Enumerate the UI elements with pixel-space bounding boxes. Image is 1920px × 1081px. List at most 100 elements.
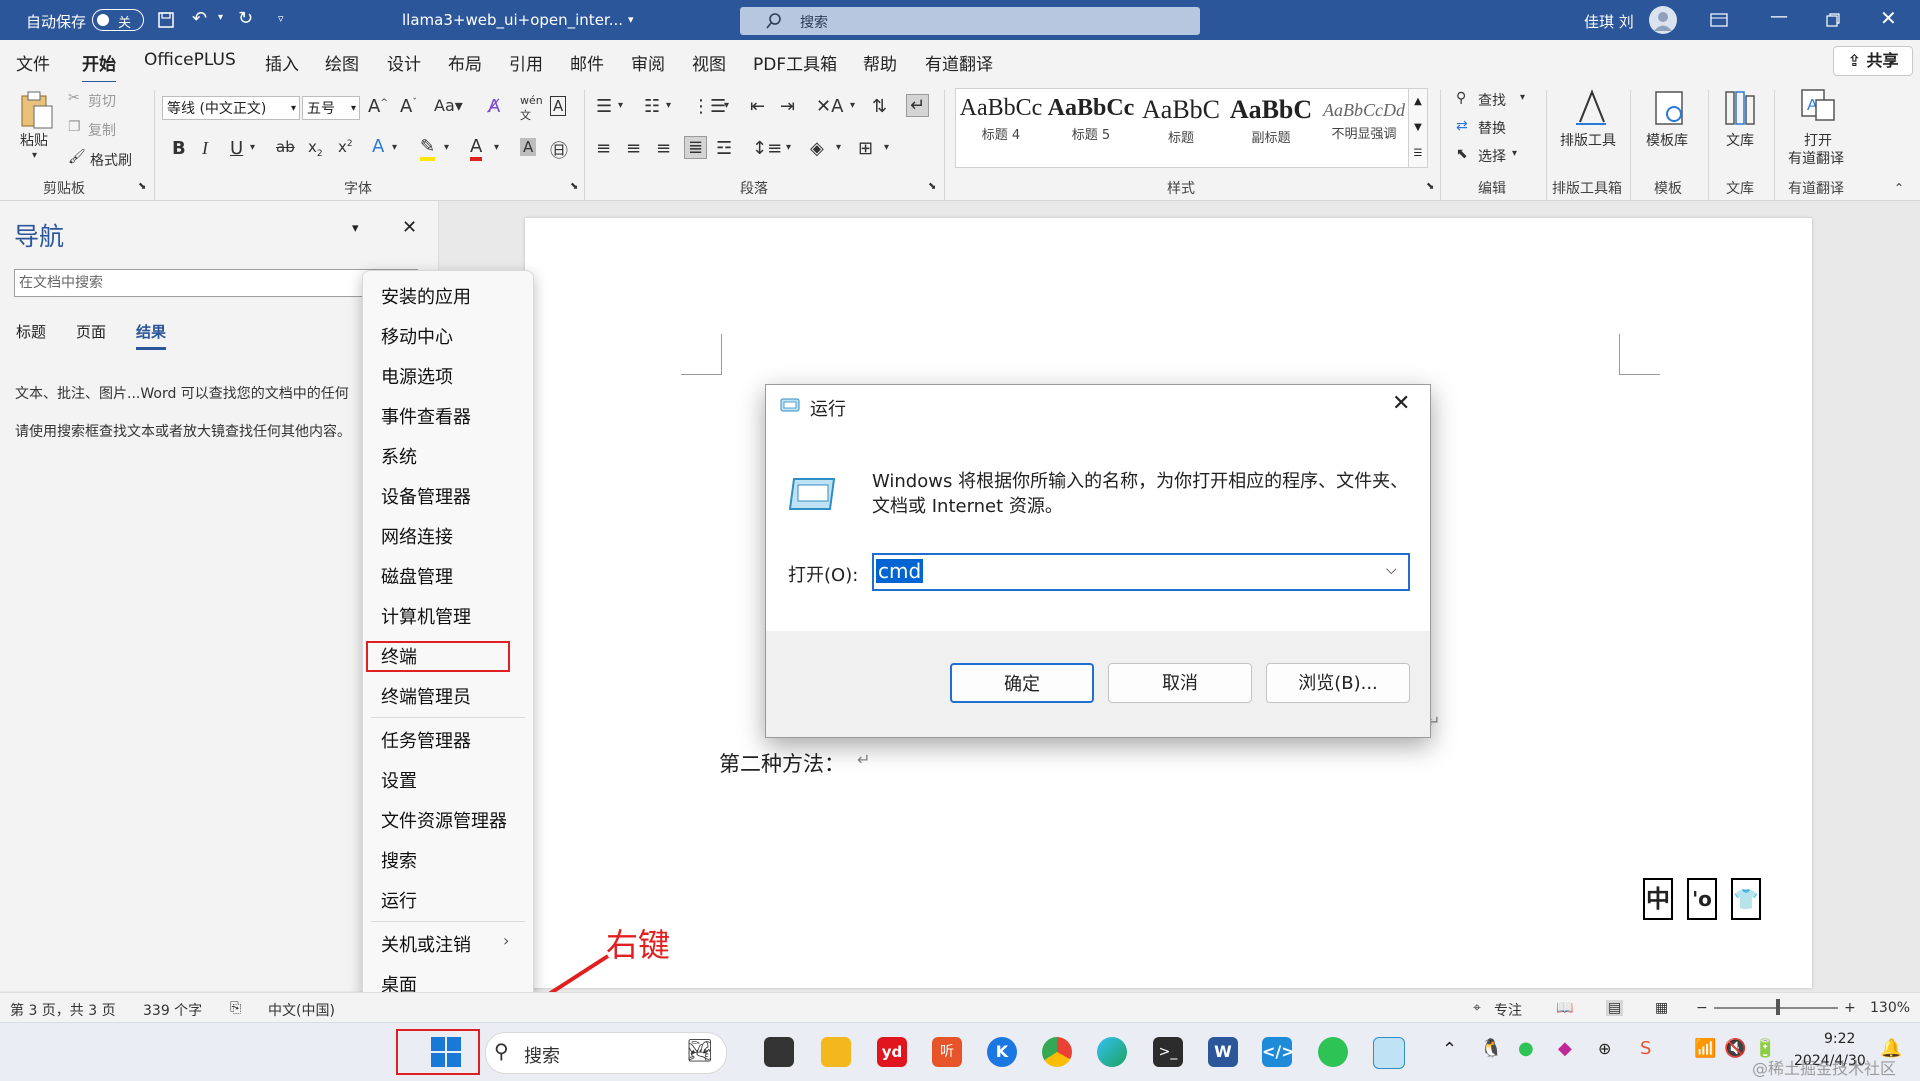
browse-button[interactable]: 浏览(B)... (1266, 663, 1410, 703)
ok-button[interactable]: 确定 (950, 663, 1094, 703)
word-icon[interactable]: W (1208, 1037, 1238, 1067)
chinese-layout-dropdown-icon[interactable]: ▾ (850, 100, 855, 111)
menu-item-terminal[interactable]: 终端 (381, 643, 417, 669)
line-spacing-dropdown-icon[interactable]: ▾ (786, 142, 791, 153)
zoom-level[interactable]: 130% (1870, 1000, 1910, 1016)
multilevel-list-icon[interactable]: ⋮☰ (692, 96, 726, 117)
template-library-icon[interactable] (1650, 88, 1690, 128)
change-case-icon[interactable]: Aa▾ (434, 96, 463, 115)
youdao-dict-icon[interactable]: yd (877, 1037, 907, 1067)
select-icon[interactable]: ⬉ (1456, 146, 1468, 162)
close-icon[interactable]: ✕ (1880, 6, 1897, 30)
menu-item-file-explorer[interactable]: 文件资源管理器 (381, 807, 507, 833)
zoom-in-icon[interactable]: + (1844, 1000, 1856, 1016)
character-shading-icon[interactable]: A (520, 138, 537, 156)
read-mode-icon[interactable]: 📖 (1556, 1000, 1573, 1016)
document-title[interactable]: llama3+web_ui+open_inter... (402, 11, 623, 29)
wechat-icon[interactable] (1318, 1037, 1348, 1067)
highlight-icon[interactable]: ✎ (420, 136, 436, 161)
volume-muted-icon[interactable]: 🔇 (1724, 1038, 1746, 1059)
kugou-icon[interactable]: K (987, 1037, 1017, 1067)
layout-tools-label[interactable]: 排版工具 (1560, 130, 1616, 150)
decrease-indent-icon[interactable]: ⇤ (750, 96, 765, 117)
tab-officeplus[interactable]: OfficePLUS (144, 50, 236, 70)
ime-skin-icon[interactable]: 👕 (1731, 878, 1761, 920)
menu-item-system[interactable]: 系统 (381, 443, 417, 469)
numbering-icon[interactable]: ☷ (644, 96, 660, 117)
bullets-dropdown-icon[interactable]: ▾ (618, 100, 623, 111)
styles-scroll[interactable]: ▲ ▼ ☰ (1408, 88, 1428, 168)
font-size-select[interactable]: 五号 ▾ (302, 96, 360, 120)
youdao-open-label[interactable]: 打开 (1804, 130, 1832, 150)
shrink-font-icon[interactable]: Aˇ (400, 96, 417, 117)
tab-file[interactable]: 文件 (16, 50, 50, 75)
nav-tab-headings[interactable]: 标题 (16, 321, 46, 342)
title-search-box[interactable]: 搜索 (740, 7, 1200, 35)
tab-pdf-toolbox[interactable]: PDF工具箱 (753, 50, 837, 75)
undo-icon[interactable]: ↶ (192, 8, 207, 29)
copy-icon[interactable]: ❐ (68, 119, 81, 135)
format-painter-icon[interactable]: 🖌 (68, 149, 86, 165)
terminal-icon[interactable]: >_ (1153, 1037, 1183, 1067)
font-color-icon[interactable]: A (470, 136, 483, 161)
tab-design[interactable]: 设计 (387, 50, 421, 75)
style-subtle-emphasis[interactable]: AaBbCcDd 不明显强调 (1316, 95, 1412, 142)
nav-close-icon[interactable]: ✕ (402, 217, 417, 238)
superscript-icon[interactable]: x2 (338, 138, 353, 156)
text-effects-icon[interactable]: A (372, 136, 384, 157)
grow-font-icon[interactable]: A^ (368, 96, 388, 117)
line-spacing-icon[interactable]: ↕≡ (752, 138, 782, 159)
tab-insert[interactable]: 插入 (265, 50, 299, 75)
tab-mailings[interactable]: 邮件 (570, 50, 604, 75)
styles-launcher-icon[interactable]: ⬊ (1426, 181, 1434, 192)
underline-dropdown-icon[interactable]: ▾ (250, 142, 255, 153)
zoom-out-icon[interactable]: − (1696, 1000, 1708, 1016)
menu-item-device-manager[interactable]: 设备管理器 (381, 483, 471, 509)
chevron-up-icon[interactable]: ▲ (1409, 89, 1427, 115)
web-layout-icon[interactable]: ▦ (1655, 1000, 1668, 1016)
qq-icon[interactable]: 🐧 (1480, 1038, 1502, 1059)
menu-item-search[interactable]: 搜索 (381, 847, 417, 873)
find-dropdown-icon[interactable]: ▾ (1520, 92, 1525, 103)
bold-icon[interactable]: B (172, 138, 186, 159)
style-heading-5[interactable]: AaBbCc 标题 5 (1046, 95, 1136, 143)
style-heading-4[interactable]: AaBbCc 标题 4 (956, 95, 1046, 143)
menu-item-event-viewer[interactable]: 事件查看器 (381, 403, 471, 429)
tab-view[interactable]: 视图 (692, 50, 726, 75)
find-label[interactable]: 查找 (1478, 90, 1506, 110)
increase-indent-icon[interactable]: ⇥ (780, 96, 795, 117)
numbering-dropdown-icon[interactable]: ▾ (666, 100, 671, 111)
italic-icon[interactable]: I (202, 138, 208, 159)
minimize-icon[interactable]: — (1770, 6, 1788, 27)
copy-label[interactable]: 复制 (88, 120, 116, 140)
ribbon-display-icon[interactable] (1710, 13, 1728, 27)
tab-layout[interactable]: 布局 (448, 50, 482, 75)
nav-options-icon[interactable]: ▾ (352, 221, 359, 236)
tab-references[interactable]: 引用 (509, 50, 543, 75)
word-count[interactable]: 339 个字 (143, 1000, 202, 1020)
print-layout-icon[interactable]: ▤ (1606, 1000, 1624, 1016)
enclose-characters-icon[interactable]: ㊐ (550, 137, 568, 163)
menu-item-computer-management[interactable]: 计算机管理 (381, 603, 471, 629)
ime-punctuation-mode[interactable]: 'o (1687, 878, 1717, 920)
nav-search-input[interactable]: 在文档中搜索 (14, 269, 418, 297)
vscode-icon[interactable]: </> (1262, 1037, 1295, 1067)
wechat-tray-icon[interactable]: ● (1518, 1038, 1534, 1059)
tab-home[interactable]: 开始 (82, 50, 116, 84)
menu-item-shutdown[interactable]: 关机或注销 (381, 931, 471, 957)
clipboard-launcher-icon[interactable]: ⬊ (138, 181, 146, 192)
collapse-ribbon-icon[interactable]: ⌃ (1894, 181, 1904, 195)
select-label[interactable]: 选择 (1478, 146, 1506, 166)
restore-icon[interactable] (1826, 13, 1840, 27)
menu-item-power-options[interactable]: 电源选项 (381, 363, 453, 389)
chevron-down-icon[interactable]: ⌵ (1386, 562, 1397, 578)
menu-item-installed-apps[interactable]: 安装的应用 (381, 283, 471, 309)
chevron-down-icon[interactable]: ▼ (1409, 115, 1427, 141)
cut-icon[interactable]: ✂ (68, 90, 80, 106)
youdao-translate-icon[interactable]: A (1798, 86, 1838, 126)
borders-icon[interactable]: ⊞ (858, 138, 873, 159)
library-icon[interactable] (1722, 88, 1762, 128)
tab-draw[interactable]: 绘图 (325, 50, 359, 75)
title-dropdown-icon[interactable]: ▾ (628, 13, 634, 26)
menu-item-terminal-admin[interactable]: 终端管理员 (381, 683, 471, 709)
